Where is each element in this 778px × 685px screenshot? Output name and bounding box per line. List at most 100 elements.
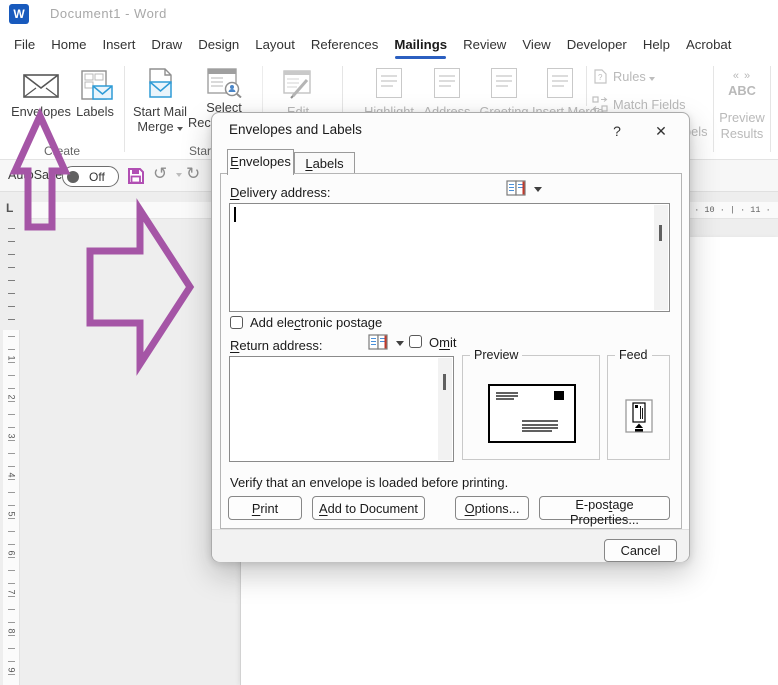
group-separator [713, 66, 714, 152]
preview-group: Preview [462, 348, 600, 460]
autosave-state: Off [89, 169, 105, 184]
highlight-merge-fields-icon [376, 68, 402, 98]
dialog-footer: Cancel [212, 529, 689, 562]
start-mail-merge-label-2: Merge [132, 119, 188, 134]
envelope-icon [23, 74, 59, 98]
rules-icon: ? [594, 69, 607, 84]
close-icon[interactable]: ✕ [650, 120, 672, 142]
scrollbar-thumb[interactable] [659, 225, 662, 241]
vruler-number: 5 [4, 511, 17, 517]
rules-button[interactable]: ? Rules [594, 68, 704, 86]
options-button[interactable]: Options... [455, 496, 529, 520]
envelopes-tab-panel: Delivery address: Add electronic postage [220, 173, 682, 529]
ribbon-tab[interactable]: Acrobat [686, 37, 731, 52]
match-fields-button[interactable]: Match Fields [592, 95, 702, 113]
preview-results-button[interactable]: « » ABC Preview Results [716, 64, 768, 156]
preview-results-label-2: Results [720, 126, 764, 141]
address-book-caret-icon [534, 187, 542, 192]
print-button[interactable]: Print [228, 496, 302, 520]
add-to-document-button[interactable]: Add to Document [312, 496, 425, 520]
ribbon-tab[interactable]: Insert [102, 37, 135, 52]
start-mail-merge-label-1: Start Mail [132, 104, 188, 119]
preview-results-abc-icon: ABC [728, 83, 756, 98]
scrollbar-thumb[interactable] [443, 374, 446, 390]
tab-labels[interactable]: Labels [294, 152, 355, 174]
title-bar: W Document1 - Word [0, 0, 778, 28]
scrollbar-track[interactable] [654, 205, 668, 310]
return-address-label: Return address: [230, 338, 323, 353]
dropdown-caret-icon [176, 127, 183, 131]
ribbon-tab[interactable]: Mailings [394, 37, 447, 59]
epostage-properties-button[interactable]: E-postage Properties... [539, 496, 670, 527]
vruler-number: 9 [4, 667, 17, 673]
return-address-input[interactable] [229, 356, 454, 462]
delivery-address-book-button[interactable] [506, 180, 550, 200]
match-fields-label: Match Fields [613, 97, 686, 112]
horizontal-ruler-marks: | · 10 · | · 11 · | · [684, 205, 778, 215]
autosave-label: AutoSave [8, 168, 63, 182]
envelopes-label: Envelopes [11, 104, 71, 119]
omit-label[interactable]: Omit [429, 335, 456, 350]
autosave-toggle[interactable]: Off [62, 166, 119, 187]
ribbon-tab[interactable]: Help [643, 37, 670, 52]
add-electronic-postage-label[interactable]: Add electronic postage [250, 315, 382, 330]
ribbon-tab[interactable]: Draw [151, 37, 182, 52]
dialog-title: Envelopes and Labels [229, 122, 362, 137]
undo-dropdown-caret-icon[interactable] [176, 173, 182, 177]
feed-group: Feed [607, 348, 670, 460]
edit-recipient-list-icon [283, 70, 311, 99]
start-mail-merge-button[interactable]: Start Mail Merge [132, 64, 188, 156]
ribbon-tab[interactable]: Layout [255, 37, 295, 52]
ribbon-tab[interactable]: Developer [567, 37, 627, 52]
preview-group-label: Preview [470, 348, 523, 362]
scrollbar-track[interactable] [438, 358, 452, 460]
match-fields-icon [592, 96, 608, 112]
ribbon-tab[interactable]: Home [51, 37, 86, 52]
insert-merge-field-icon [547, 68, 573, 98]
ribbon-tab[interactable]: File [14, 37, 35, 52]
ribbon-tab[interactable]: References [311, 37, 378, 52]
vruler-number: 3 [4, 433, 17, 439]
tab-stop-selector[interactable]: L [6, 201, 13, 215]
ribbon-tab-bar: File Home Insert Draw Design Layout Refe… [0, 28, 778, 60]
vruler-number: 1 [4, 355, 17, 361]
address-book-caret-icon [396, 341, 404, 346]
window-title: Document1 - Word [50, 6, 167, 21]
undo-icon[interactable]: ↺ [153, 164, 167, 184]
group-separator [124, 66, 125, 152]
cancel-button[interactable]: Cancel [604, 539, 677, 562]
group-separator [586, 66, 587, 106]
delivery-address-input[interactable] [229, 203, 670, 312]
redo-icon[interactable]: ↻ [186, 164, 200, 184]
vruler-number: 7 [4, 589, 17, 595]
vertical-ruler-margin [3, 222, 20, 330]
labels-button[interactable]: Labels [72, 64, 118, 156]
labels-label: Labels [76, 104, 114, 119]
word-app-icon[interactable]: W [9, 4, 29, 24]
preview-results-label-1: Preview [719, 110, 765, 125]
dropdown-caret-icon [648, 77, 655, 81]
help-button[interactable]: ? [606, 120, 628, 142]
delivery-address-label: Delivery address: [230, 185, 331, 200]
envelopes-button[interactable]: Envelopes [10, 64, 72, 156]
vruler-number: 2 [4, 394, 17, 400]
address-book-icon [368, 334, 388, 350]
select-recipients-icon [207, 68, 242, 98]
add-electronic-postage-checkbox[interactable] [230, 316, 243, 329]
envelope-preview-graphic [488, 384, 576, 443]
start-mail-merge-icon [149, 68, 172, 98]
text-cursor [234, 207, 236, 222]
return-address-book-button[interactable] [368, 334, 412, 354]
ribbon-tab[interactable]: Design [198, 37, 239, 52]
tab-envelopes[interactable]: Envelopes [227, 149, 294, 175]
vertical-ruler[interactable]: 1 2 3 4 5 6 7 8 9 [3, 222, 20, 685]
feed-group-label: Feed [615, 348, 652, 362]
feed-method-graphic [625, 399, 653, 433]
omit-checkbox[interactable] [409, 335, 422, 348]
ribbon-tab[interactable]: View [522, 37, 550, 52]
save-icon[interactable] [127, 167, 145, 185]
address-book-icon [506, 180, 526, 196]
labels-icon [81, 70, 113, 100]
ribbon-tab[interactable]: Review [463, 37, 506, 52]
vertical-ruler-scale: 1 2 3 4 5 6 7 8 9 [3, 330, 20, 685]
